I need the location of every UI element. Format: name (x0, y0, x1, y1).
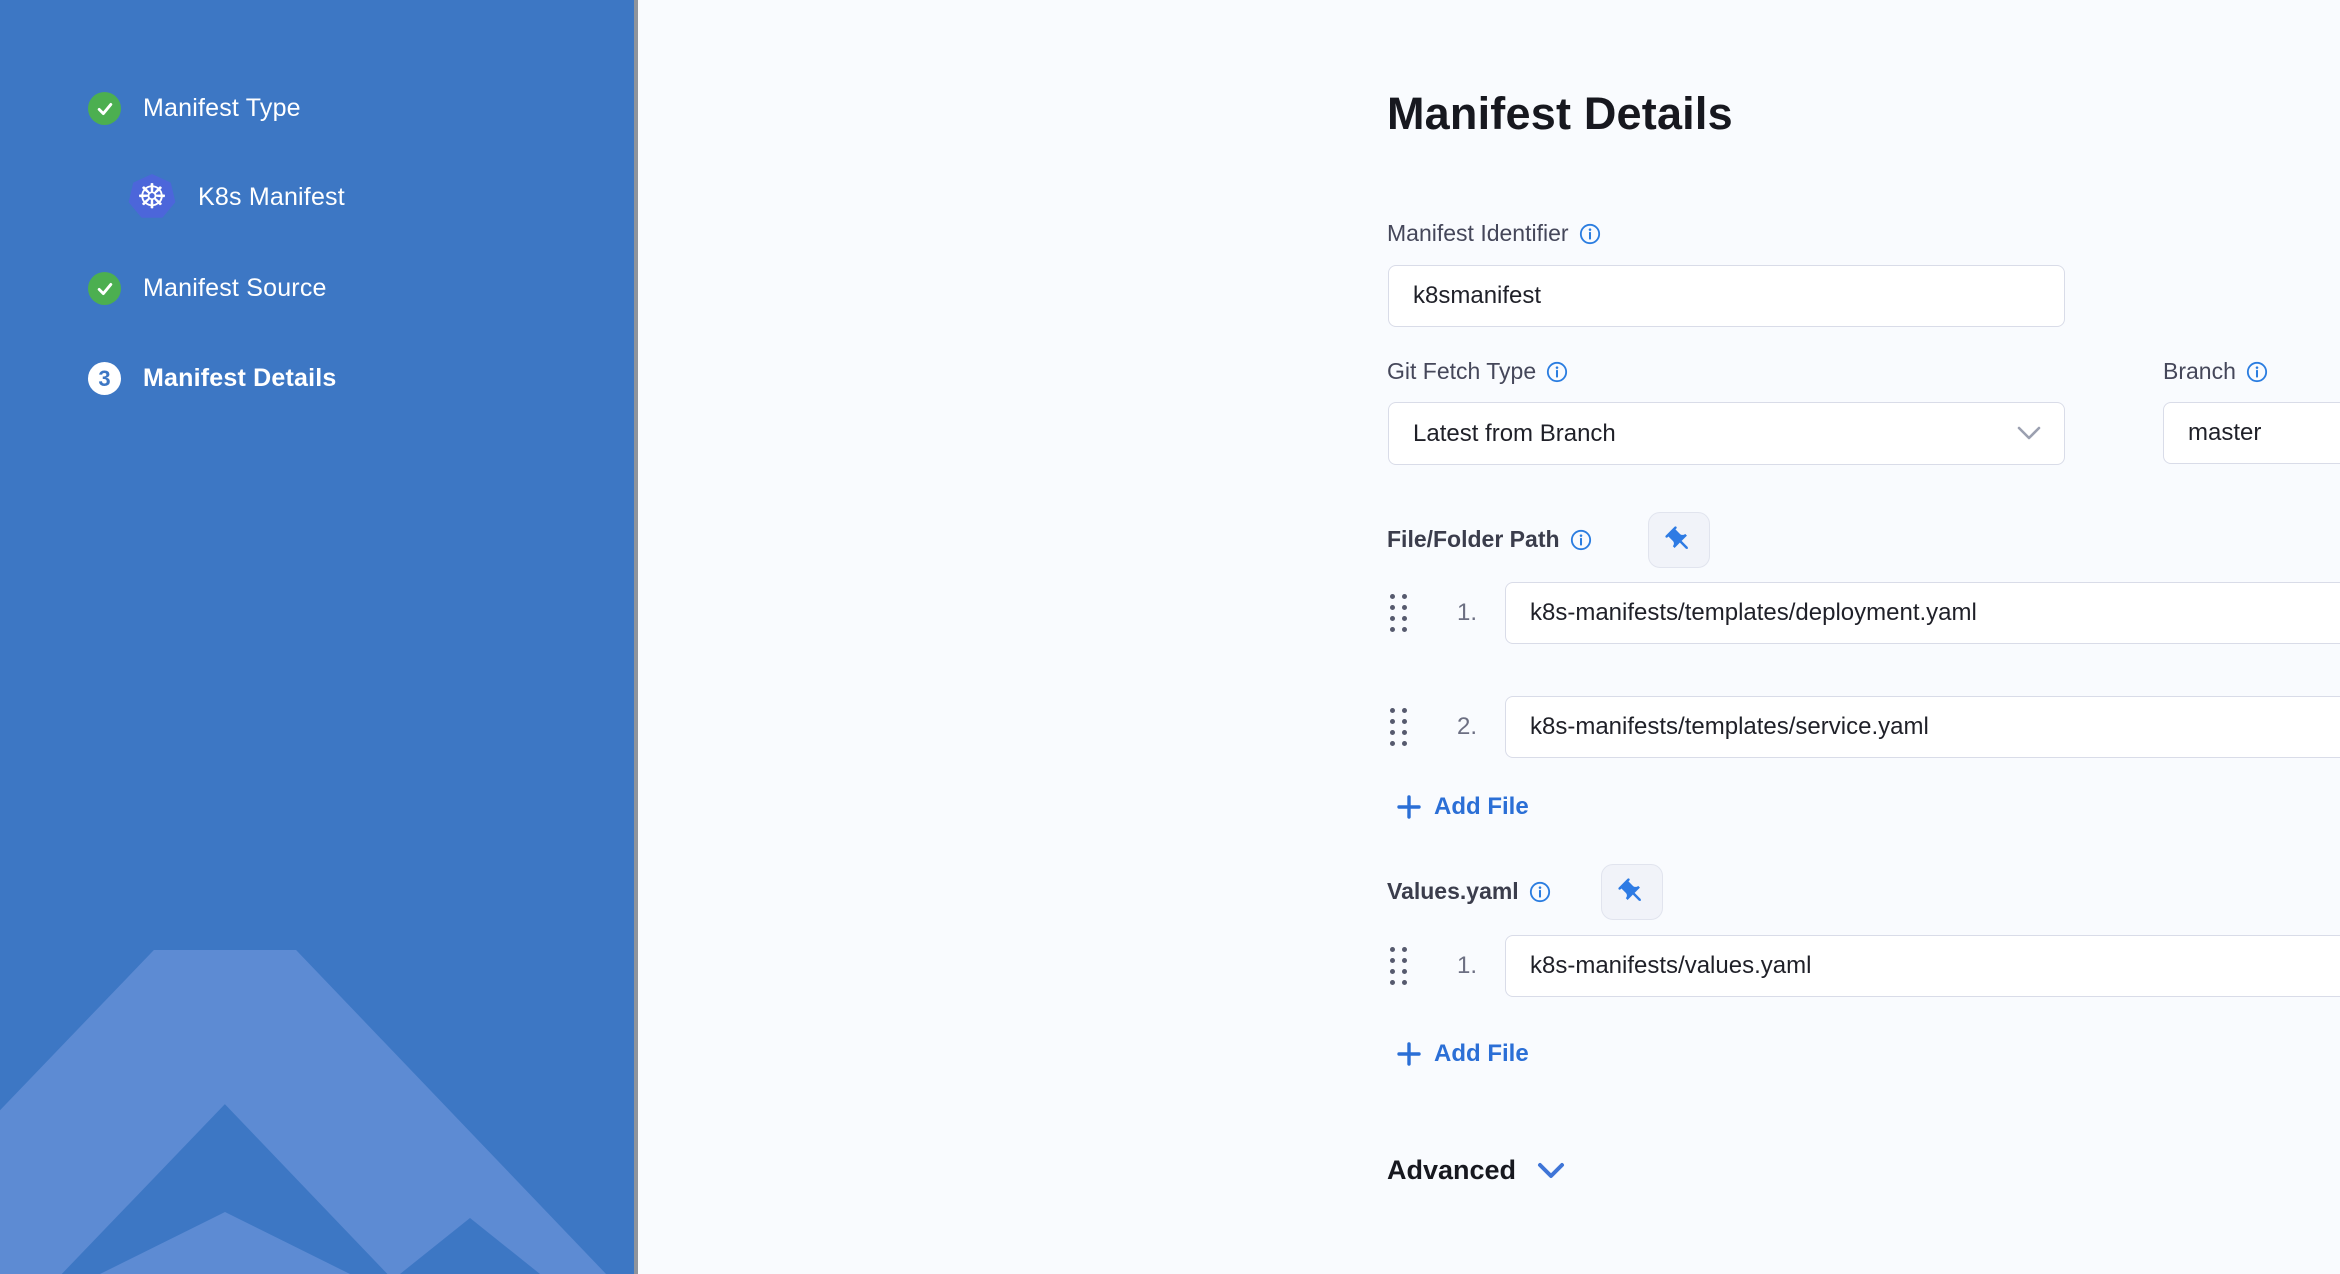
info-icon[interactable] (1529, 881, 1551, 903)
page-title: Manifest Details (1387, 88, 1733, 139)
advanced-label: Advanced (1387, 1155, 1517, 1185)
chevron-down-icon (1538, 1162, 1565, 1178)
file-path-input-group (1505, 582, 2340, 644)
manifest-identifier-input[interactable] (1388, 265, 2065, 327)
git-fetch-type-select[interactable]: Latest from Branch (1388, 402, 2065, 465)
info-icon[interactable] (1570, 529, 1592, 551)
values-path-input[interactable] (1505, 935, 2340, 997)
drag-handle-icon[interactable] (1390, 947, 1407, 985)
advanced-toggle[interactable]: Advanced (1387, 1155, 1566, 1186)
step-label: Manifest Source (143, 274, 327, 302)
file-folder-path-label: File/Folder Path (1387, 526, 1592, 553)
values-path-input-group (1505, 935, 2340, 997)
git-fetch-type-value: Latest from Branch (1413, 419, 1616, 447)
sidebar-step-manifest-type[interactable]: Manifest Type (88, 92, 301, 125)
kubernetes-wheel-icon: ☸ (128, 174, 176, 218)
add-file-button[interactable]: Add File (1396, 1040, 1529, 1068)
row-number: 2. (1456, 713, 1477, 740)
check-circle-icon (88, 92, 121, 125)
pushpin-icon[interactable] (1601, 864, 1663, 920)
info-icon[interactable] (1579, 223, 1601, 245)
sidebar-step-manifest-source[interactable]: Manifest Source (88, 272, 327, 305)
manifest-identifier-label: Manifest Identifier (1387, 220, 1601, 247)
step-label: Manifest Type (143, 94, 301, 122)
drag-handle-icon[interactable] (1390, 594, 1407, 632)
branch-input[interactable] (2163, 402, 2340, 464)
file-path-input-group (1505, 696, 2340, 758)
row-number: 1. (1456, 599, 1477, 626)
wizard-sidebar: Manifest Type ☸ K8s Manifest Manifest So… (0, 0, 634, 1274)
manifest-details-dialog: Manifest Type ☸ K8s Manifest Manifest So… (0, 0, 2340, 1274)
harness-logo-watermark (0, 950, 607, 1274)
branch-input-group (2163, 402, 2340, 464)
plus-icon (1397, 1042, 1421, 1066)
step-label: Manifest Details (143, 364, 337, 392)
drag-handle-icon[interactable] (1390, 708, 1407, 746)
check-circle-icon (88, 272, 121, 305)
file-path-row: 1. (1390, 582, 2340, 644)
branch-label: Branch (2163, 358, 2268, 385)
step-number-badge: 3 (88, 362, 121, 395)
file-path-row: 2. (1390, 696, 2340, 758)
pushpin-icon[interactable] (1648, 512, 1710, 568)
file-path-input[interactable] (1505, 696, 2340, 758)
file-path-input[interactable] (1505, 582, 2340, 644)
chevron-down-icon (2016, 420, 2042, 448)
manifest-details-panel: Manifest Details Manifest Identifier Git… (638, 0, 2340, 1274)
values-path-row: 1. (1390, 935, 2340, 997)
sidebar-item-k8s-manifest[interactable]: ☸ K8s Manifest (128, 174, 345, 220)
info-icon[interactable] (1546, 361, 1568, 383)
manifest-type-label: K8s Manifest (198, 182, 345, 211)
values-yaml-label: Values.yaml (1387, 878, 1551, 905)
row-number: 1. (1456, 952, 1477, 979)
info-icon[interactable] (2246, 361, 2268, 383)
sidebar-step-manifest-details[interactable]: 3 Manifest Details (88, 362, 337, 395)
plus-icon (1397, 795, 1421, 819)
git-fetch-type-label: Git Fetch Type (1387, 358, 1568, 385)
add-file-button[interactable]: Add File (1396, 793, 1529, 821)
